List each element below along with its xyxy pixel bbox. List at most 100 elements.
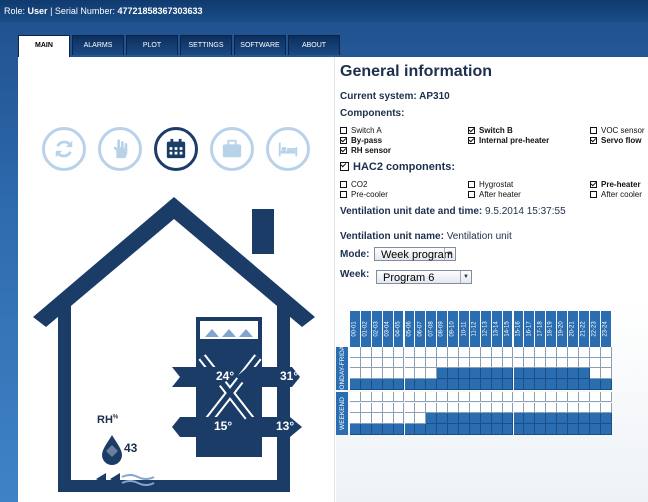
schedule-cell[interactable] xyxy=(502,379,514,390)
schedule-cell[interactable] xyxy=(535,357,547,369)
schedule-cell[interactable] xyxy=(350,391,361,403)
schedule-cell[interactable] xyxy=(546,413,558,424)
schedule-cell[interactable] xyxy=(535,402,547,414)
schedule-cell[interactable] xyxy=(546,402,558,414)
schedule-cell[interactable] xyxy=(448,391,459,403)
schedule-cell[interactable] xyxy=(535,413,547,424)
tab-main[interactable]: MAIN xyxy=(18,35,70,57)
schedule-cell[interactable] xyxy=(404,391,416,403)
schedule-cell[interactable] xyxy=(415,368,427,380)
schedule-cell[interactable] xyxy=(415,402,427,414)
schedule-cell[interactable] xyxy=(480,357,492,369)
schedule-cell[interactable] xyxy=(502,357,514,369)
schedule-cell[interactable] xyxy=(350,347,361,358)
schedule-cell[interactable] xyxy=(404,368,416,380)
schedule-cell[interactable] xyxy=(350,368,361,380)
schedule-cell[interactable] xyxy=(393,413,405,424)
schedule-cell[interactable] xyxy=(426,413,438,424)
schedule-cell[interactable] xyxy=(360,347,372,358)
schedule-cell[interactable] xyxy=(600,391,612,403)
schedule-cell[interactable] xyxy=(469,402,481,414)
schedule-cell[interactable] xyxy=(546,391,558,403)
schedule-cell[interactable] xyxy=(459,379,470,390)
schedule-cell[interactable] xyxy=(371,402,383,414)
schedule-cell[interactable] xyxy=(600,423,612,435)
schedule-cell[interactable] xyxy=(404,347,416,358)
schedule-cell[interactable] xyxy=(502,391,514,403)
schedule-cell[interactable] xyxy=(350,423,361,435)
schedule-cell[interactable] xyxy=(524,357,536,369)
schedule-cell[interactable] xyxy=(382,368,394,380)
schedule-cell[interactable] xyxy=(360,357,372,369)
schedule-cell[interactable] xyxy=(448,379,459,390)
schedule-cell[interactable] xyxy=(360,379,372,390)
schedule-cell[interactable] xyxy=(513,379,525,390)
schedule-cell[interactable] xyxy=(350,379,361,390)
schedule-cell[interactable] xyxy=(437,379,449,390)
schedule-cell[interactable] xyxy=(491,402,503,414)
schedule-cell[interactable] xyxy=(535,423,547,435)
schedule-cell[interactable] xyxy=(491,347,503,358)
schedule-cell[interactable] xyxy=(437,368,449,380)
schedule-cell[interactable] xyxy=(557,357,568,369)
schedule-cell[interactable] xyxy=(382,423,394,435)
schedule-cell[interactable] xyxy=(469,368,481,380)
schedule-cell[interactable] xyxy=(393,391,405,403)
schedule-cell[interactable] xyxy=(469,347,481,358)
schedule-cell[interactable] xyxy=(578,423,590,435)
schedule-cell[interactable] xyxy=(480,391,492,403)
schedule-cell[interactable] xyxy=(568,423,579,435)
manual-mode-button[interactable] xyxy=(98,127,142,171)
schedule-cell[interactable] xyxy=(546,347,558,358)
schedule-cell[interactable] xyxy=(437,347,449,358)
schedule-cell[interactable] xyxy=(502,423,514,435)
schedule-cell[interactable] xyxy=(535,379,547,390)
schedule-cell[interactable] xyxy=(589,413,601,424)
schedule-cell[interactable] xyxy=(513,423,525,435)
schedule-cell[interactable] xyxy=(480,379,492,390)
schedule-cell[interactable] xyxy=(589,357,601,369)
schedule-cell[interactable] xyxy=(480,402,492,414)
schedule-cell[interactable] xyxy=(360,423,372,435)
schedule-cell[interactable] xyxy=(513,368,525,380)
schedule-cell[interactable] xyxy=(535,368,547,380)
schedule-cell[interactable] xyxy=(578,379,590,390)
schedule-cell[interactable] xyxy=(459,368,470,380)
schedule-cell[interactable] xyxy=(513,357,525,369)
schedule-cell[interactable] xyxy=(546,368,558,380)
schedule-cell[interactable] xyxy=(502,402,514,414)
schedule-cell[interactable] xyxy=(600,347,612,358)
schedule-cell[interactable] xyxy=(546,357,558,369)
schedule-cell[interactable] xyxy=(437,402,449,414)
schedule-cell[interactable] xyxy=(557,379,568,390)
week-program-button[interactable] xyxy=(154,127,198,171)
schedule-cell[interactable] xyxy=(382,357,394,369)
schedule-cell[interactable] xyxy=(600,413,612,424)
schedule-cell[interactable] xyxy=(437,391,449,403)
schedule-cell[interactable] xyxy=(600,379,612,390)
schedule-cell[interactable] xyxy=(557,368,568,380)
schedule-cell[interactable] xyxy=(371,391,383,403)
schedule-cell[interactable] xyxy=(513,391,525,403)
schedule-cell[interactable] xyxy=(404,357,416,369)
schedule-cell[interactable] xyxy=(600,402,612,414)
schedule-cell[interactable] xyxy=(415,347,427,358)
schedule-cell[interactable] xyxy=(568,402,579,414)
schedule-cell[interactable] xyxy=(589,391,601,403)
schedule-cell[interactable] xyxy=(437,423,449,435)
schedule-cell[interactable] xyxy=(426,347,438,358)
schedule-cell[interactable] xyxy=(415,423,427,435)
schedule-cell[interactable] xyxy=(415,413,427,424)
schedule-cell[interactable] xyxy=(382,402,394,414)
schedule-cell[interactable] xyxy=(480,368,492,380)
schedule-cell[interactable] xyxy=(578,368,590,380)
tab-settings[interactable]: SETTINGS xyxy=(180,35,232,55)
schedule-cell[interactable] xyxy=(426,423,438,435)
schedule-cell[interactable] xyxy=(480,413,492,424)
schedule-cell[interactable] xyxy=(600,368,612,380)
tab-software[interactable]: SOFTWARE xyxy=(234,35,286,55)
schedule-cell[interactable] xyxy=(426,402,438,414)
schedule-cell[interactable] xyxy=(448,413,459,424)
schedule-cell[interactable] xyxy=(415,379,427,390)
schedule-cell[interactable] xyxy=(502,347,514,358)
